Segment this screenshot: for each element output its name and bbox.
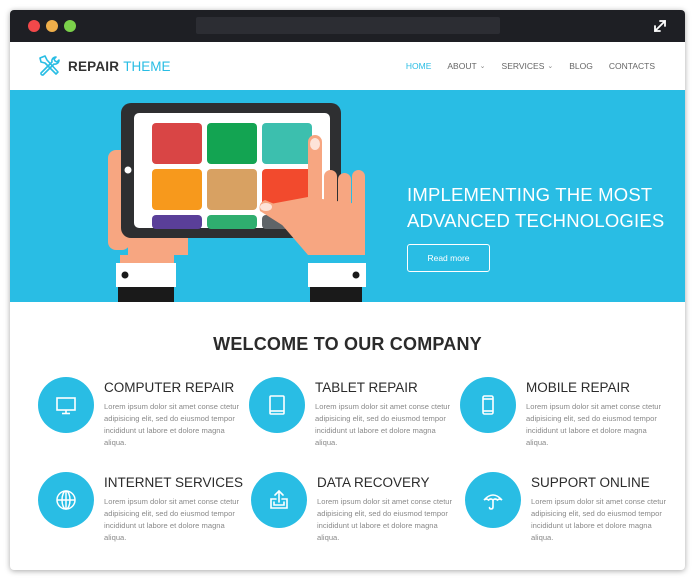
service-title: COMPUTER REPAIR [104, 380, 235, 395]
service-icon-circle [251, 472, 307, 528]
service-tablet-repair[interactable]: TABLET REPAIR Lorem ipsum dolor sit amet… [249, 377, 459, 467]
app-tile [152, 123, 202, 164]
wrench-screwdriver-icon [39, 55, 60, 76]
service-title: INTERNET SERVICES [104, 475, 244, 490]
service-icon-circle [38, 472, 94, 528]
site-header: REPAIR THEME HOME ABOUT ⌄ SERVICES ⌄ BLO… [10, 42, 685, 90]
umbrella-icon [483, 494, 503, 510]
nav-about-label: ABOUT [447, 61, 477, 71]
nav-home-label: HOME [405, 61, 432, 71]
window-titlebar [10, 10, 685, 42]
service-title: MOBILE REPAIR [526, 380, 631, 395]
hero-subheadline: ADVANCED TECHNOLOGIES [407, 210, 665, 231]
close-window-button[interactable] [28, 20, 40, 32]
right-sleeve [310, 287, 362, 302]
globe-icon [56, 490, 76, 510]
welcome-heading: WELCOME TO OUR COMPANY [213, 334, 482, 354]
main-nav: HOME ABOUT ⌄ SERVICES ⌄ BLOG CONTACTS [390, 61, 655, 71]
browser-window: REPAIR THEME HOME ABOUT ⌄ SERVICES ⌄ BLO… [10, 10, 685, 570]
hero-headline: IMPLEMENTING THE MOST [407, 184, 653, 205]
nav-services[interactable]: SERVICES ⌄ [502, 61, 554, 71]
nav-home[interactable]: HOME [406, 61, 432, 71]
brand-accent: THEME [123, 58, 171, 74]
chevron-down-icon: ⌄ [547, 63, 554, 70]
service-computer-repair[interactable]: COMPUTER REPAIR Lorem ipsum dolor sit am… [38, 377, 248, 467]
service-icon-circle [460, 377, 516, 433]
upload-icon [270, 489, 288, 509]
address-bar[interactable] [196, 17, 500, 34]
service-title: SUPPORT ONLINE [531, 475, 650, 490]
chevron-down-icon: ⌄ [479, 63, 486, 70]
service-internet-services[interactable]: INTERNET SERVICES Lorem ipsum dolor sit … [38, 472, 248, 562]
service-support-online[interactable]: SUPPORT ONLINE Lorem ipsum dolor sit ame… [465, 472, 675, 562]
tablet-icon [269, 395, 285, 415]
service-description: Lorem ipsum dolor sit amet conse ctetur … [526, 402, 662, 447]
tablet-hands-illustration [108, 103, 366, 302]
hero-banner: IMPLEMENTING THE MOST ADVANCED TECHNOLOG… [10, 90, 685, 302]
nav-blog-label: BLOG [569, 61, 593, 71]
service-description: Lorem ipsum dolor sit amet conse ctetur … [531, 497, 667, 542]
maximize-window-button[interactable] [64, 20, 76, 32]
mobile-icon [482, 395, 494, 415]
nav-blog[interactable]: BLOG [569, 61, 593, 71]
service-icon-circle [465, 472, 521, 528]
nav-services-label: SERVICES [501, 61, 545, 71]
service-data-recovery[interactable]: DATA RECOVERY Lorem ipsum dolor sit amet… [251, 472, 461, 562]
app-tile [207, 169, 257, 210]
service-title: TABLET REPAIR [315, 380, 418, 395]
app-tile [207, 215, 257, 229]
service-mobile-repair[interactable]: MOBILE REPAIR Lorem ipsum dolor sit amet… [460, 377, 670, 467]
app-tile [152, 215, 202, 229]
service-description: Lorem ipsum dolor sit amet conse ctetur … [104, 402, 240, 447]
left-sleeve [118, 287, 174, 302]
tablet-button [124, 166, 132, 174]
monitor-icon [56, 397, 76, 415]
nav-contacts-label: CONTACTS [608, 61, 655, 71]
expand-arrows-icon[interactable] [651, 17, 669, 35]
app-tile [152, 169, 202, 210]
nav-contacts[interactable]: CONTACTS [609, 61, 655, 71]
site-logo[interactable]: REPAIR THEME [36, 54, 170, 78]
service-icon-circle [38, 377, 94, 433]
nav-about[interactable]: ABOUT ⌄ [447, 61, 485, 71]
brand-name: REPAIR [68, 58, 120, 74]
service-description: Lorem ipsum dolor sit amet conse ctetur … [315, 402, 451, 447]
service-description: Lorem ipsum dolor sit amet conse ctetur … [317, 497, 453, 542]
read-more-button[interactable]: Read more [407, 244, 490, 272]
service-title: DATA RECOVERY [317, 475, 430, 490]
service-description: Lorem ipsum dolor sit amet conse ctetur … [104, 497, 240, 542]
app-tile [207, 123, 257, 164]
service-icon-circle [249, 377, 305, 433]
minimize-window-button[interactable] [46, 20, 58, 32]
app-tile [262, 123, 312, 164]
